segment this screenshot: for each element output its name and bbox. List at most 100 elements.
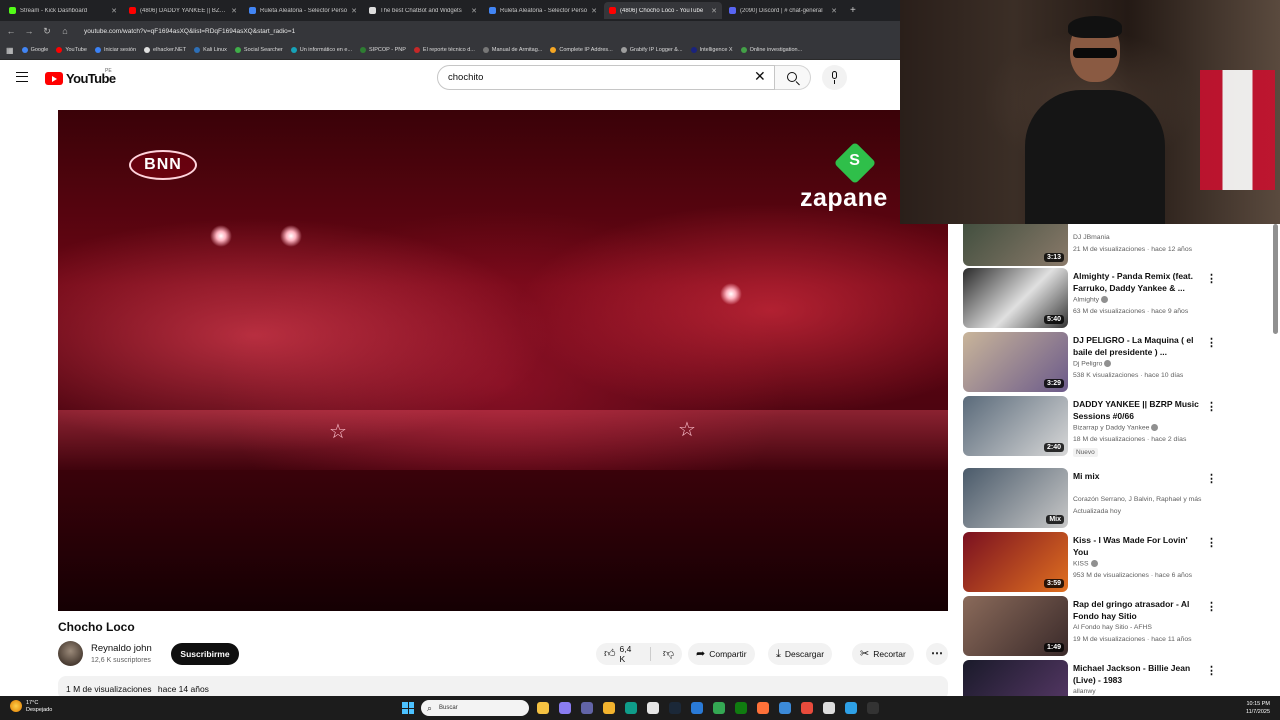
bookmark-item[interactable]: Iniciar sesión (94, 47, 136, 53)
recommendation-item[interactable]: 2:40 DADDY YANKEE || BZRP Music Sessions … (962, 396, 1272, 457)
recommendation-title[interactable]: Almighty - Panda Remix (feat. Farruko, D… (1073, 270, 1203, 294)
recommendation-title[interactable]: Michael Jackson - Billie Jean (Live) - 1… (1073, 662, 1203, 686)
teams-icon[interactable] (581, 702, 593, 714)
obs-icon[interactable] (823, 702, 835, 714)
browser-tab[interactable]: (2090) Discord | # chat-general ✕ (724, 2, 842, 19)
more-options-icon[interactable]: ⋮ (1206, 472, 1217, 485)
back-icon[interactable]: ← (6, 26, 16, 36)
voice-search-button[interactable] (822, 65, 847, 90)
search-input[interactable]: chochito (437, 65, 775, 90)
system-clock[interactable]: 10:15 PM 11/7/2025 (1246, 700, 1270, 716)
tab-close-icon[interactable]: ✕ (351, 7, 357, 15)
recommendation-channel[interactable]: Almighty (1073, 296, 1218, 303)
store-icon[interactable] (647, 702, 659, 714)
forward-icon[interactable]: → (24, 26, 34, 36)
bookmark-item[interactable]: Google (21, 47, 48, 53)
browser-tab[interactable]: Ruleta Aleatoria - Selector Perso ✕ (484, 2, 602, 19)
recommendation-item[interactable]: Michael Jackson - Billie Jean (Live) - 1… (962, 660, 1272, 696)
more-options-icon[interactable]: ⋮ (1206, 664, 1217, 677)
browser-tab[interactable]: (4806) Chocho Loco - YouTube ✕ (604, 2, 722, 19)
notepad-icon[interactable] (779, 702, 791, 714)
recommendation-channel[interactable]: Al Fondo hay Sitio - AFHS (1073, 624, 1218, 631)
clip-button[interactable]: ✂ Recortar (852, 643, 914, 665)
more-options-icon[interactable]: ⋮ (1206, 536, 1217, 549)
bookmark-item[interactable]: elhacker.NET (144, 47, 186, 53)
folder-icon[interactable] (603, 702, 615, 714)
recommendation-title[interactable]: Rap del gringo atrasador - Al Fondo hay … (1073, 598, 1203, 622)
bookmark-item[interactable]: El reporte técnico d... (413, 47, 475, 53)
address-bar-url[interactable]: youtube.com/watch?v=qF1694asXQ&list=RDqF… (84, 28, 295, 35)
file-explorer-icon[interactable] (537, 702, 549, 714)
bookmark-item[interactable]: YouTube (56, 47, 87, 53)
app-blue-icon[interactable] (845, 702, 857, 714)
video-thumbnail[interactable]: 5:40 (963, 268, 1068, 328)
bookmark-item[interactable]: Social Searcher (234, 47, 283, 53)
bookmark-item[interactable]: Un informático en e... (290, 47, 352, 53)
video-player[interactable]: ☆ ☆ BNN zapane (58, 110, 948, 611)
browser-tab[interactable]: Stream - Kick Dashboard ✕ (4, 2, 122, 19)
browser-tab[interactable]: The best ChatBot and Widgets ✕ (364, 2, 482, 19)
subscribe-button[interactable]: Suscribirme (171, 643, 239, 665)
menu-icon[interactable] (16, 72, 28, 82)
firefox-icon[interactable] (757, 702, 769, 714)
browser-tab[interactable]: Ruleta Aleatoria - Selector Perso ✕ (244, 2, 362, 19)
xbox-icon[interactable] (735, 702, 747, 714)
more-options-icon[interactable]: ⋮ (1206, 600, 1217, 613)
recommendation-item[interactable]: 3:29 DJ PELIGRO - La Maquina ( el baile d… (962, 332, 1272, 392)
windows-start-icon[interactable] (402, 702, 414, 714)
tab-close-icon[interactable]: ✕ (471, 7, 477, 15)
recommendation-channel[interactable]: Corazón Serrano, J Balvin, Raphael y más (1073, 496, 1218, 503)
bookmark-item[interactable]: Manual de Armitag... (482, 47, 542, 53)
bookmark-item[interactable]: Grabify IP Logger &... (620, 47, 683, 53)
apps-grid-icon[interactable]: ▦ (6, 46, 14, 55)
tab-close-icon[interactable]: ✕ (831, 7, 837, 15)
recommendation-item[interactable]: 3:59 Kiss - I Was Made For Lovin' You KISS… (962, 532, 1272, 592)
video-thumbnail[interactable]: 3:29 (963, 332, 1068, 392)
bookmark-item[interactable]: SIPCOP - PNP (360, 47, 406, 53)
tab-close-icon[interactable]: ✕ (591, 7, 597, 15)
recommendation-channel[interactable]: Dj Peligro (1073, 360, 1218, 367)
recommendation-item[interactable]: 1:49 Rap del gringo atrasador - Al Fondo … (962, 596, 1272, 656)
bookmark-item[interactable]: Online investigation... (740, 47, 802, 53)
reload-icon[interactable]: ↻ (42, 26, 52, 37)
video-thumbnail[interactable] (963, 660, 1068, 696)
recommendation-channel[interactable]: allanwy (1073, 688, 1218, 695)
new-tab-icon[interactable]: + (844, 5, 862, 16)
more-options-icon[interactable]: ⋮ (1206, 336, 1217, 349)
browser-tab[interactable]: (4806) DADDY YANKEE || BZRP Music✕ (124, 2, 242, 19)
bookmark-item[interactable]: Intelligence X (690, 47, 733, 53)
recommendation-item[interactable]: Mix Mi mix Corazón Serrano, J Balvin, Raph… (962, 468, 1272, 528)
video-thumbnail[interactable]: 3:13 (963, 224, 1068, 266)
page-scrollbar[interactable] (1273, 224, 1278, 334)
tab-close-icon[interactable]: ✕ (111, 7, 117, 15)
chrome-icon[interactable] (713, 702, 725, 714)
channel-name[interactable]: Reynaldo john (91, 643, 152, 654)
recommendation-title[interactable]: Kiss - I Was Made For Lovin' You (1073, 534, 1203, 558)
home-icon[interactable]: ⌂ (60, 26, 70, 36)
dislike-button[interactable]: 👎︎ (655, 643, 682, 665)
like-button[interactable]: 👍︎ 6,4 K (596, 643, 646, 665)
copilot-icon[interactable] (559, 702, 571, 714)
video-thumbnail[interactable]: Mix (963, 468, 1068, 528)
steam-icon[interactable] (669, 702, 681, 714)
paint-icon[interactable] (801, 702, 813, 714)
video-thumbnail[interactable]: 1:49 (963, 596, 1068, 656)
channel-avatar[interactable] (58, 641, 83, 666)
bookmark-item[interactable]: Kali Linux (194, 47, 227, 53)
vscode-icon[interactable] (691, 702, 703, 714)
video-thumbnail[interactable]: 3:59 (963, 532, 1068, 592)
recommendation-title[interactable]: DADDY YANKEE || BZRP Music Sessions #0/6… (1073, 398, 1203, 422)
more-actions-icon[interactable]: ⋯ (926, 643, 948, 665)
recommendation-channel[interactable]: DJ JBmania (1073, 234, 1218, 241)
share-button[interactable]: ➦ Compartir (688, 643, 755, 665)
clear-search-icon[interactable]: ✕ (754, 69, 766, 83)
taskbar-search[interactable]: Buscar (421, 700, 529, 716)
bookmark-item[interactable]: Complete IP Addres... (550, 47, 613, 53)
recommendation-item[interactable]: 3:13(de La Selva 30 y)DJ JBmania21 M de … (962, 224, 1272, 266)
tab-close-icon[interactable]: ✕ (231, 7, 237, 15)
tab-close-icon[interactable]: ✕ (711, 7, 717, 15)
recommendation-title[interactable]: DJ PELIGRO - La Maquina ( el baile del p… (1073, 334, 1203, 358)
more-options-icon[interactable]: ⋮ (1206, 400, 1217, 413)
video-thumbnail[interactable]: 2:40 (963, 396, 1068, 456)
edge-icon[interactable] (625, 702, 637, 714)
